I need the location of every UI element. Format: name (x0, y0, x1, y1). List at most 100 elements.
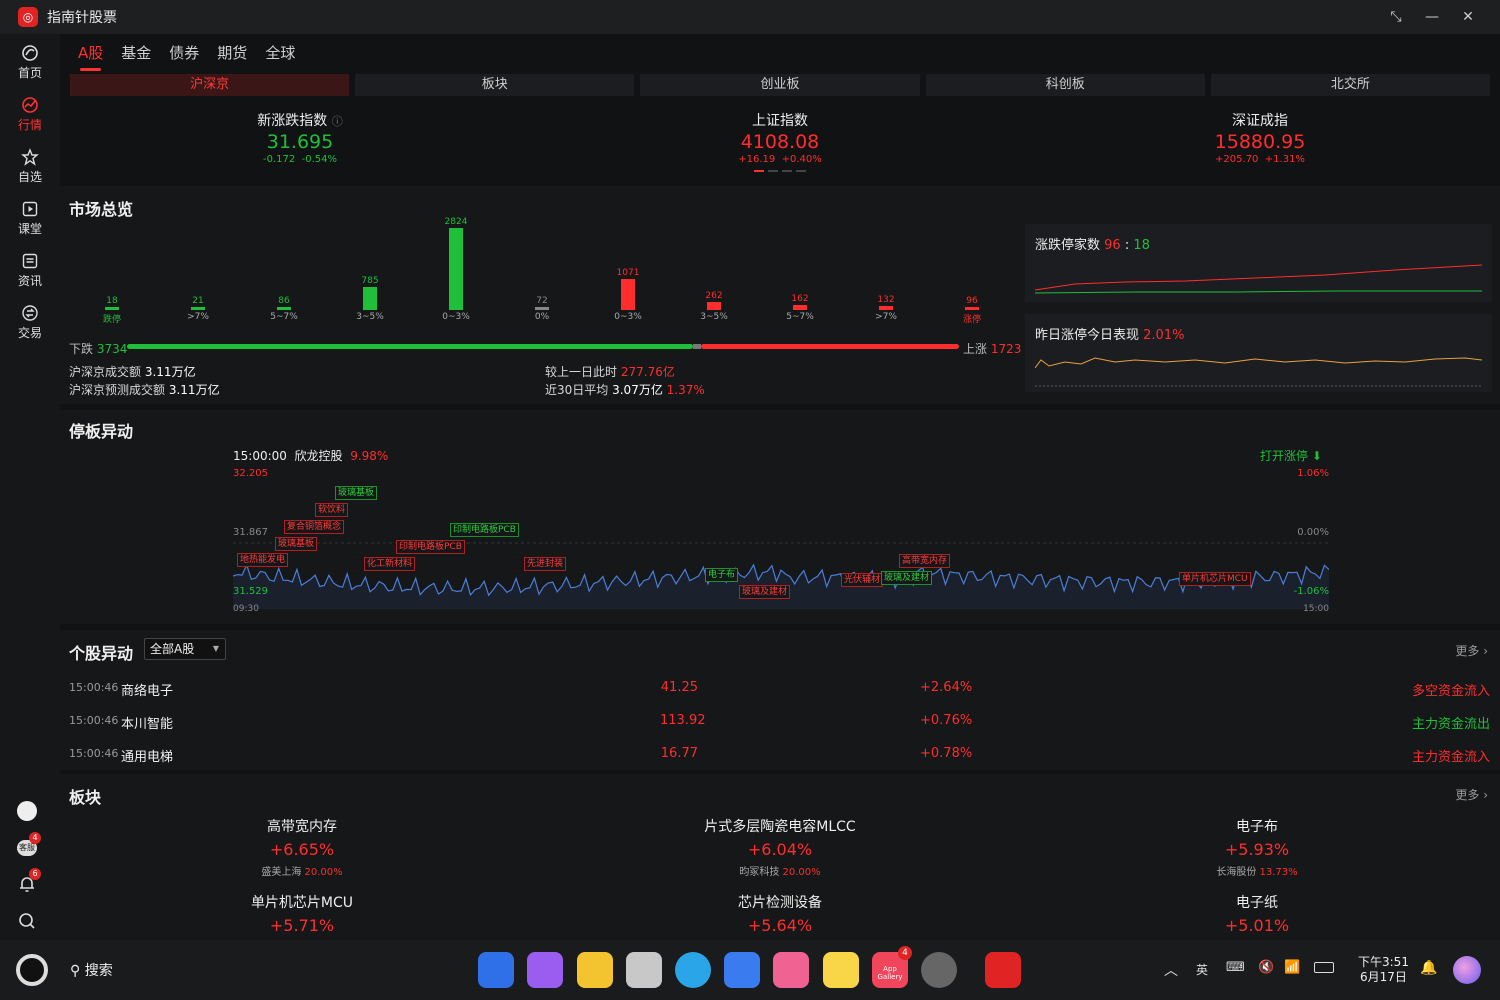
subtab-bse[interactable]: 北交所 (1210, 74, 1491, 96)
window-manager-icon[interactable] (527, 952, 563, 988)
files-icon[interactable] (577, 952, 613, 988)
table-row[interactable]: 15:00:46 通用电梯 16.77 +0.78% 主力资金流入 (60, 738, 1500, 768)
chart-bar[interactable] (621, 278, 635, 310)
sector-card[interactable]: 电子布 +5.93% 长海股份 13.73% (1107, 816, 1407, 878)
sector-card[interactable]: 单片机芯片MCU +5.71% (152, 892, 452, 935)
more-link[interactable]: 更多 › (1455, 642, 1488, 659)
chart-bar[interactable] (965, 307, 979, 310)
chevron-up-icon[interactable]: ︿ (1164, 960, 1178, 980)
compass-app-icon[interactable] (985, 952, 1021, 988)
sidebar-item-news[interactable]: 资讯 (0, 252, 60, 289)
chart-bar[interactable] (363, 287, 377, 310)
subtab-star-market[interactable]: 科创板 (925, 74, 1205, 96)
chart-bar[interactable] (449, 228, 463, 310)
event-tag[interactable]: 化工新材料 (364, 557, 416, 571)
trash-icon[interactable] (626, 952, 662, 988)
sector-card[interactable]: 高带宽内存 +6.65% 盛美上海 20.00% (152, 816, 452, 878)
subtab-chinext[interactable]: 创业板 (640, 74, 920, 96)
chart-bar[interactable] (879, 306, 893, 310)
sidebar-item-market[interactable]: 行情 (0, 96, 60, 133)
wifi-icon[interactable]: 📶 (1284, 960, 1300, 975)
multitask-icon[interactable] (478, 952, 514, 988)
sector-card[interactable]: 芯片检测设备 +5.64% (630, 892, 930, 935)
event-stock[interactable]: 欣龙控股 (295, 449, 343, 463)
settings-icon[interactable] (921, 952, 957, 988)
help-icon[interactable]: ⓘ (332, 115, 343, 128)
sidebar-item-watchlist[interactable]: 自选 (0, 148, 60, 185)
event-tag[interactable]: 玻璃及建材 (881, 571, 933, 585)
tab-bonds[interactable]: 债券 (169, 42, 199, 63)
table-row[interactable]: 15:00:46 商络电子 41.25 +2.64% 多空资金流入 (60, 672, 1500, 702)
open-limit-button[interactable]: 打开涨停 ⬇ (1260, 447, 1322, 464)
index-card[interactable]: 新涨跌指数 ⓘ 31.695 -0.172 -0.54% (60, 104, 540, 184)
event-tag[interactable]: 高带宽内存 (899, 554, 951, 568)
tab-global[interactable]: 全球 (265, 42, 295, 63)
chart-bar[interactable] (707, 302, 721, 310)
chart-bar[interactable] (535, 307, 549, 310)
assistant-icon[interactable] (1453, 956, 1481, 984)
notes-icon[interactable] (823, 952, 859, 988)
event-tag[interactable]: 单片机芯片MCU (1179, 572, 1251, 586)
intraday-chart: 32.205 31.867 31.529 1.06% 0.00% -1.06% … (233, 464, 1329, 614)
customer-service-button[interactable]: 客服 4 (15, 832, 41, 860)
close-icon[interactable]: ✕ (1450, 0, 1486, 34)
start-button[interactable] (16, 954, 48, 986)
chart-bar[interactable] (793, 305, 807, 310)
ime-indicator[interactable]: 英 (1196, 961, 1208, 978)
taskbar-search[interactable]: ⚲ 搜索 (70, 960, 113, 980)
event-tag[interactable]: 印制电路板PCB (396, 540, 465, 554)
yesterday-limit-panel[interactable]: 昨日涨停今日表现 2.01% (1025, 314, 1492, 392)
sector-pct: +6.65% (269, 840, 335, 859)
stock-signal: 主力资金流出 (1411, 717, 1490, 732)
sidebar-item-home[interactable]: 首页 (0, 44, 60, 81)
clock[interactable]: 下午3:51 6月17日 (1358, 955, 1409, 985)
tab-funds[interactable]: 基金 (121, 42, 151, 63)
sidebar-item-trade[interactable]: 交易 (0, 304, 60, 341)
sector-card[interactable]: 片式多层陶瓷电容MLCC +6.04% 昀冢科技 20.00% (630, 816, 930, 878)
event-tag[interactable]: 玻璃基板 (335, 486, 378, 500)
event-tag[interactable]: 玻璃及建材 (739, 585, 791, 599)
limit-count-panel[interactable]: 涨跌停家数 96 : 18 (1025, 224, 1492, 302)
more-link[interactable]: 更多 › (1455, 786, 1488, 803)
chart-bar[interactable] (277, 307, 291, 310)
subtab-hushenjing[interactable]: 沪深京 (70, 74, 350, 96)
app-gallery-icon[interactable]: App Gallery 4 (872, 946, 912, 988)
event-tag[interactable]: 先进封装 (524, 557, 567, 571)
sector-card[interactable]: 电子纸 +5.01% (1107, 892, 1407, 935)
limit-trend-chart (1035, 264, 1482, 294)
event-tag[interactable]: 复合铜箔概念 (284, 520, 345, 534)
event-tag[interactable]: 地热能发电 (237, 553, 289, 567)
event-tag[interactable]: 软饮料 (315, 503, 349, 517)
index-card[interactable]: 上证指数 4108.08 +16.19 +0.40% (540, 104, 1020, 184)
notification-bell-icon[interactable]: 🔔 (1420, 960, 1437, 976)
minimize-icon[interactable]: — (1414, 0, 1450, 34)
avatar[interactable] (17, 801, 37, 821)
tab-futures[interactable]: 期货 (217, 42, 247, 63)
notifications-button[interactable]: 6 (17, 868, 41, 896)
event-tag[interactable]: 电子布 (705, 568, 739, 582)
chart-bar[interactable] (105, 307, 119, 310)
keyboard-icon[interactable]: ⌨ (1226, 960, 1245, 975)
restore-icon[interactable]: ⤡ (1378, 0, 1414, 34)
search-icon[interactable] (18, 912, 36, 930)
table-row[interactable]: 15:00:46 本川智能 113.92 +0.76% 主力资金流出 (60, 705, 1500, 735)
leader-name: 盛美上海 (261, 867, 305, 878)
browser-icon[interactable] (675, 952, 711, 988)
subtab-sector[interactable]: 板块 (355, 74, 635, 96)
mute-icon[interactable]: 🔇 (1258, 960, 1274, 975)
battery-icon[interactable] (1314, 962, 1334, 973)
chart-bar[interactable] (191, 307, 205, 310)
tab-a-shares[interactable]: A股 (78, 42, 103, 71)
stock-filter-select[interactable]: 全部A股 ▼ (144, 638, 226, 660)
index-card[interactable]: 深证成指 15880.95 +205.70 +1.31% (1020, 104, 1500, 184)
sector-name: 电子纸 (1236, 895, 1278, 911)
mail-icon[interactable] (724, 952, 760, 988)
title-bar: ◎ 指南针股票 ⤡ — ✕ (0, 0, 1500, 34)
sidebar-item-class[interactable]: 课堂 (0, 200, 60, 237)
time-axis-start: 09:30 (233, 604, 259, 614)
event-tag[interactable]: 光伏辅材 (841, 573, 884, 587)
event-tag[interactable]: 印制电路板PCB (450, 523, 519, 537)
event-tag[interactable]: 玻璃基板 (275, 537, 318, 551)
index-value: 31.695 (266, 131, 334, 153)
gallery-icon[interactable] (773, 952, 809, 988)
